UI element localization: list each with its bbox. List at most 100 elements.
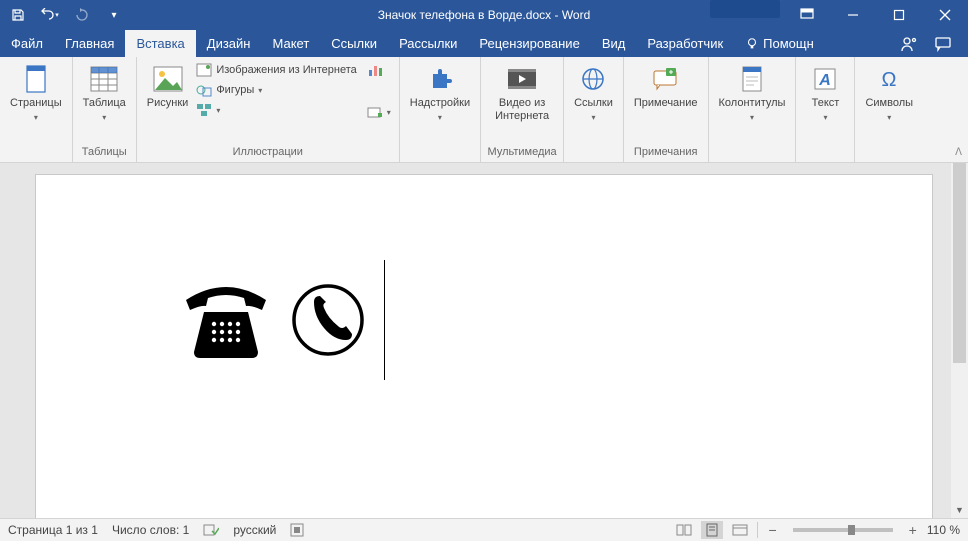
shapes-button[interactable]: Фигуры ▾ [194, 81, 358, 99]
tab-design[interactable]: Дизайн [196, 30, 262, 57]
group-links-label [570, 144, 617, 162]
document-content [176, 260, 385, 380]
tell-me[interactable]: Помощн [734, 30, 825, 57]
chevron-down-icon: ▾ [823, 111, 827, 124]
links-button[interactable]: Ссылки ▾ [570, 61, 617, 126]
chevron-down-icon: ▾ [102, 111, 106, 124]
smartart-button[interactable]: ▾ [194, 101, 358, 119]
tab-insert[interactable]: Вставка [125, 30, 195, 57]
scroll-down-button[interactable]: ▼ [951, 501, 968, 518]
tab-developer[interactable]: Разработчик [636, 30, 734, 57]
group-media-label: Мультимедиа [487, 144, 557, 162]
video-icon [506, 63, 538, 95]
chevron-down-icon: ▾ [34, 111, 38, 124]
chart-icon [367, 62, 383, 78]
tab-home[interactable]: Главная [54, 30, 125, 57]
tab-references[interactable]: Ссылки [320, 30, 388, 57]
tab-file[interactable]: Файл [0, 30, 54, 57]
group-tables-label: Таблицы [79, 144, 130, 162]
word-count[interactable]: Число слов: 1 [112, 523, 189, 537]
page-canvas[interactable] [36, 175, 932, 518]
chevron-down-icon: ▾ [591, 111, 595, 124]
zoom-slider-thumb[interactable] [848, 525, 855, 535]
group-links: Ссылки ▾ [564, 57, 624, 162]
screenshot-button[interactable]: ▾ [365, 103, 393, 121]
header-icon [736, 63, 768, 95]
table-button[interactable]: Таблица ▾ [79, 61, 130, 126]
online-video-button[interactable]: Видео из Интернета [487, 61, 557, 125]
scrollbar-thumb[interactable] [953, 163, 966, 363]
tab-layout[interactable]: Макет [261, 30, 320, 57]
text-label: Текст [812, 97, 840, 110]
group-pages-label [6, 144, 66, 162]
group-headers-label [715, 144, 790, 162]
pictures-label: Рисунки [147, 97, 189, 110]
addins-label: Надстройки [410, 97, 470, 110]
group-illustrations-label: Иллюстрации [143, 144, 393, 162]
language-indicator[interactable]: русский [233, 523, 276, 537]
tell-me-label: Помощн [763, 36, 814, 51]
addins-button[interactable]: Надстройки ▾ [406, 61, 474, 126]
chevron-down-icon: ▾ [438, 111, 442, 124]
comments-icon[interactable] [934, 35, 952, 53]
text-button[interactable]: A Текст ▾ [802, 61, 848, 126]
online-images-button[interactable]: Изображения из Интернета [194, 61, 358, 79]
svg-text:A: A [819, 72, 832, 89]
zoom-in-button[interactable]: + [905, 522, 921, 538]
qat-customize-button[interactable]: ▾ [102, 3, 126, 27]
symbols-label: Символы [865, 97, 913, 110]
table-label: Таблица [83, 97, 126, 110]
read-mode-button[interactable] [673, 521, 695, 539]
online-images-label: Изображения из Интернета [216, 64, 356, 76]
link-icon [577, 63, 609, 95]
macro-record-button[interactable] [290, 523, 304, 537]
group-symbols: Ω Символы ▾ [855, 57, 923, 162]
smartart-icon [196, 102, 212, 118]
ribbon-options-button[interactable] [784, 0, 830, 30]
web-layout-button[interactable] [729, 521, 751, 539]
minimize-button[interactable] [830, 0, 876, 30]
collapse-ribbon-button[interactable]: ᐱ [955, 147, 962, 158]
undo-button[interactable]: ▾ [38, 3, 62, 27]
title-bar: ▾ ▾ Значок телефона в Ворде.docx - Word [0, 0, 968, 30]
zoom-level[interactable]: 110 % [927, 523, 960, 537]
comment-button[interactable]: Примечание [630, 61, 702, 112]
maximize-button[interactable] [876, 0, 922, 30]
comment-label: Примечание [634, 97, 698, 110]
tab-mailings[interactable]: Рассылки [388, 30, 468, 57]
comment-icon [650, 63, 682, 95]
table-icon [88, 63, 120, 95]
ribbon: Страницы ▾ Таблица ▾ Таблицы Рисунки Изо… [0, 57, 968, 163]
headers-label: Колонтитулы [719, 97, 786, 110]
tab-review[interactable]: Рецензирование [468, 30, 590, 57]
tab-view[interactable]: Вид [591, 30, 637, 57]
pages-button[interactable]: Страницы ▾ [6, 61, 66, 126]
symbols-button[interactable]: Ω Символы ▾ [861, 61, 917, 126]
user-label[interactable] [710, 0, 780, 18]
zoom-out-button[interactable]: − [764, 522, 780, 538]
document-title: Значок телефона в Ворде.docx - Word [378, 8, 591, 22]
addins-icon [424, 63, 456, 95]
save-button[interactable] [6, 3, 30, 27]
headers-button[interactable]: Колонтитулы ▾ [715, 61, 790, 126]
pictures-button[interactable]: Рисунки [143, 61, 193, 112]
video-label: Видео из Интернета [491, 97, 553, 123]
group-comments: Примечание Примечания [624, 57, 709, 162]
chart-button[interactable] [365, 61, 393, 79]
redo-button[interactable] [70, 3, 94, 27]
status-bar: Страница 1 из 1 Число слов: 1 русский − … [0, 518, 968, 541]
links-label: Ссылки [574, 97, 613, 110]
group-symbols-label [861, 144, 917, 162]
pages-label: Страницы [10, 97, 62, 110]
vertical-scrollbar[interactable]: ▲ ▼ [951, 163, 968, 518]
share-icon[interactable] [900, 35, 918, 53]
group-tables: Таблица ▾ Таблицы [73, 57, 137, 162]
omega-icon: Ω [873, 63, 905, 95]
zoom-slider[interactable] [793, 528, 893, 532]
chevron-down-icon: ▾ [750, 111, 754, 124]
page-indicator[interactable]: Страница 1 из 1 [8, 523, 98, 537]
group-text-label [802, 144, 848, 162]
spellcheck-button[interactable] [203, 523, 219, 537]
print-layout-button[interactable] [701, 521, 723, 539]
close-button[interactable] [922, 0, 968, 30]
